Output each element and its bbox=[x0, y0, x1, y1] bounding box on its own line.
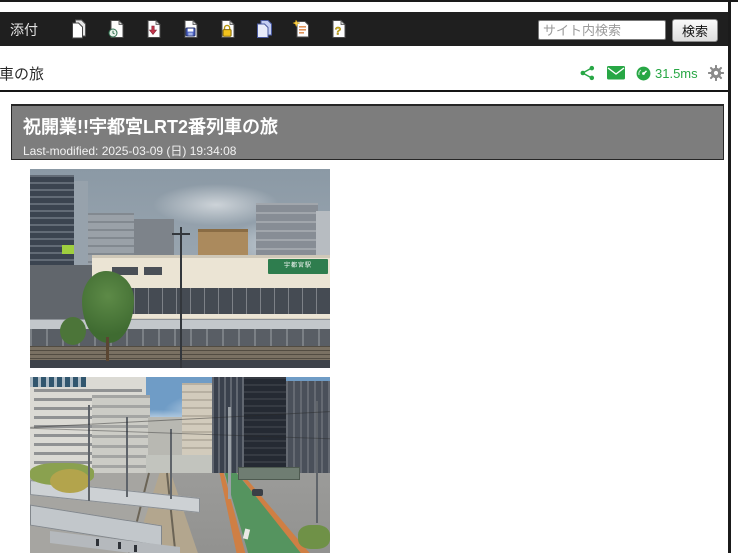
right-greenery bbox=[298, 525, 330, 549]
gear-icon[interactable] bbox=[707, 64, 725, 82]
pedestrian bbox=[118, 542, 121, 549]
distant-buildings bbox=[146, 455, 212, 475]
article-header: 祝開業!!宇都宮LRT2番列車の旅 Last-modified: 2025-03… bbox=[11, 104, 724, 160]
response-time-label: 31.5ms bbox=[655, 65, 698, 81]
attach-file-icon[interactable] bbox=[70, 19, 88, 39]
yellow-tree bbox=[50, 469, 90, 493]
search-button[interactable]: 検索 bbox=[672, 19, 718, 42]
page-copy-icon[interactable] bbox=[255, 19, 273, 39]
station-sign: 宇都宮駅 bbox=[268, 259, 328, 274]
page-download-icon[interactable] bbox=[144, 19, 162, 39]
overhead-road-sign bbox=[238, 467, 300, 480]
svg-text:?: ? bbox=[335, 26, 342, 38]
top-window-border bbox=[0, 0, 738, 2]
page-help-icon[interactable]: ? bbox=[329, 19, 347, 39]
gauge-icon[interactable] bbox=[636, 66, 651, 81]
page-freeze-icon[interactable] bbox=[218, 19, 236, 39]
mail-icon[interactable] bbox=[607, 66, 625, 80]
small-tree bbox=[60, 317, 86, 345]
pedestrian bbox=[96, 539, 99, 546]
lrt-street-photo bbox=[30, 377, 330, 553]
light-pole bbox=[228, 407, 231, 499]
tree-trunk bbox=[106, 337, 109, 361]
horizontal-divider bbox=[0, 90, 729, 92]
catenary-pole bbox=[316, 401, 318, 523]
attach-link[interactable]: 添付 bbox=[10, 20, 38, 40]
search-input[interactable] bbox=[538, 20, 666, 40]
small-green-sign bbox=[62, 245, 74, 254]
breadcrumb-page-path[interactable]: 車の旅 bbox=[0, 63, 44, 84]
page-history-icon[interactable] bbox=[107, 19, 125, 39]
catenary-pole bbox=[170, 429, 172, 499]
page-save-icon[interactable] bbox=[181, 19, 199, 39]
second-building bbox=[92, 395, 150, 475]
catenary-pole bbox=[88, 405, 90, 501]
utility-pole bbox=[180, 227, 182, 368]
car bbox=[252, 489, 263, 496]
top-toolbar: 添付 ? 検索 bbox=[0, 12, 731, 46]
station-window bbox=[144, 267, 162, 275]
page-title: 祝開業!!宇都宮LRT2番列車の旅 bbox=[23, 117, 278, 137]
last-modified-label: Last-modified: 2025-03-09 (日) 19:34:08 bbox=[23, 144, 237, 158]
page-tools-bar: 31.5ms bbox=[580, 63, 726, 83]
rooftop-sign bbox=[30, 377, 86, 387]
right-window-border bbox=[728, 0, 731, 553]
page-new-icon[interactable] bbox=[292, 19, 310, 39]
wiki-page: 添付 ? 検索 車の旅 bbox=[0, 0, 738, 553]
share-icon[interactable] bbox=[580, 65, 595, 81]
utsunomiya-station-photo: 宇都宮駅 bbox=[30, 169, 330, 368]
pedestrian bbox=[134, 545, 137, 552]
pole-arm bbox=[172, 233, 190, 235]
catenary-pole bbox=[126, 417, 128, 497]
